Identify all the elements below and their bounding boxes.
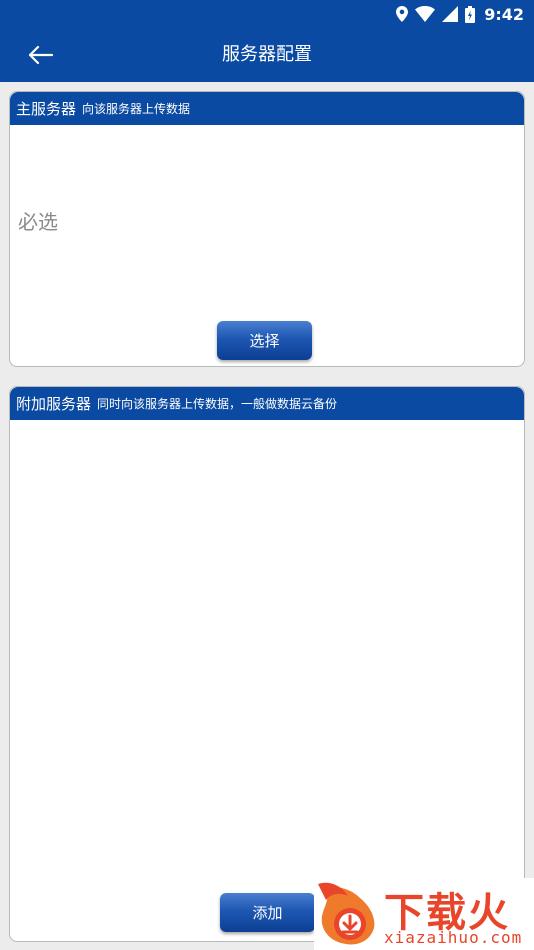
battery-icon [465,5,476,23]
app-bar: 服务器配置 [0,28,534,82]
watermark-url: xiazaihuo.com [384,928,523,947]
back-button[interactable] [22,40,58,70]
primary-server-panel: 主服务器 向该服务器上传数据 必选 选择 [9,91,525,367]
wifi-icon [415,6,436,22]
additional-server-title: 附加服务器 [16,395,92,413]
flame-logo-icon [318,882,375,945]
location-icon [396,6,409,22]
arrow-left-icon [28,45,53,65]
primary-server-header: 主服务器 向该服务器上传数据 [10,92,524,125]
signal-icon [442,6,459,22]
status-time: 9:42 [484,4,524,24]
additional-server-panel: 附加服务器 同时向该服务器上传数据，一般做数据云备份 添加 [9,386,525,942]
status-bar: 9:42 [0,0,534,28]
add-button[interactable]: 添加 [220,893,315,932]
page-title: 服务器配置 [222,44,312,65]
primary-server-subtitle: 向该服务器上传数据 [82,102,191,116]
additional-server-header: 附加服务器 同时向该服务器上传数据，一般做数据云备份 [10,387,524,420]
watermark: 下载火 xiazaihuo.com [314,878,534,950]
select-button[interactable]: 选择 [217,321,312,360]
additional-server-subtitle: 同时向该服务器上传数据，一般做数据云备份 [97,397,338,411]
primary-server-title: 主服务器 [16,100,77,118]
primary-server-placeholder: 必选 [18,210,58,234]
